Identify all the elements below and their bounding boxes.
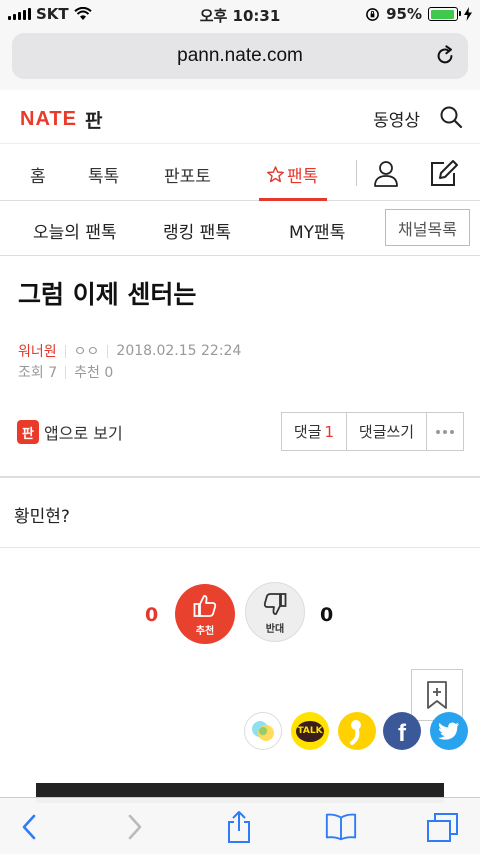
tab-fantalk[interactable]: 팬톡 [266, 162, 318, 187]
meta-divider [65, 365, 67, 379]
orientation-lock-icon [366, 7, 379, 21]
status-bar: SKT 오후 10:31 95% [0, 0, 480, 28]
divider [0, 476, 480, 478]
comments-label: 댓글 [293, 423, 322, 441]
nateon-icon [252, 721, 274, 741]
downvote-label: 반대 [265, 623, 285, 635]
facebook-icon: f [398, 720, 406, 747]
more-icon [436, 429, 454, 434]
tabs-icon [427, 813, 458, 842]
share-bar: TALK f [244, 712, 470, 752]
reload-icon[interactable] [434, 45, 456, 67]
article-meta: 워너원 ㅇㅇ 2018.02.15 22:24 [18, 341, 241, 361]
upvote-count: 0 [145, 604, 159, 626]
recommend-count: 추천 0 [74, 365, 114, 381]
upvote-label: 추천 [195, 625, 215, 637]
upvote-button[interactable]: 추천 [175, 584, 235, 644]
brand-logo: NATE [20, 108, 77, 130]
subtab-today[interactable]: 오늘의 팬톡 [33, 218, 117, 243]
nav-divider [356, 160, 357, 186]
share-button[interactable] [222, 810, 256, 844]
video-link[interactable]: 동영상 [373, 106, 420, 131]
article-stats: 조회 7 추천 0 [18, 362, 113, 382]
site-logo[interactable]: NATE 판 [20, 106, 102, 133]
site-header: NATE 판 동영상 [0, 90, 480, 144]
tab-fantalk-label: 팬톡 [287, 167, 319, 187]
thumbs-up-icon [193, 594, 217, 617]
thumbs-down-icon [263, 592, 287, 615]
tab-panphoto[interactable]: 판포토 [164, 162, 211, 187]
write-comment-label: 댓글쓰기 [358, 423, 415, 441]
meta-divider [107, 344, 109, 358]
tabs-button[interactable] [426, 810, 460, 844]
facebook-share-button[interactable]: f [383, 712, 421, 750]
comment-actions: 댓글 1 댓글쓰기 [281, 412, 464, 451]
url-text: pann.nate.com [177, 45, 303, 66]
tab-toktok[interactable]: 톡톡 [88, 162, 119, 187]
service-name: 판 [84, 110, 103, 132]
open-in-app-label: 앱으로 보기 [44, 424, 123, 443]
meta-divider [64, 344, 66, 358]
bookmarks-button[interactable] [324, 810, 358, 844]
browser-bottom-toolbar [0, 797, 480, 854]
main-nav: 홈 톡톡 판포토 팬톡 [0, 144, 480, 201]
divider [0, 547, 480, 548]
downvote-button[interactable]: 반대 [245, 582, 305, 642]
article-title: 그럼 이제 센터는 [18, 280, 197, 309]
subtab-my[interactable]: MY팬톡 [289, 218, 345, 243]
article-body: 황민현? [14, 507, 70, 527]
write-icon[interactable] [428, 157, 460, 189]
post-date: 2018.02.15 22:24 [116, 343, 242, 359]
forward-button[interactable] [118, 810, 152, 844]
comments-button[interactable]: 댓글 1 [282, 413, 347, 450]
author-channel[interactable]: 워너원 [18, 341, 57, 361]
browser-toolbar: pann.nate.com [0, 28, 480, 90]
kakaostory-share-button[interactable] [338, 712, 376, 750]
author-id: ㅇㅇ [73, 344, 100, 360]
book-icon [325, 813, 357, 841]
subtab-ranking[interactable]: 랭킹 팬톡 [163, 218, 231, 243]
user-icon[interactable] [372, 159, 400, 187]
back-button[interactable] [12, 810, 46, 844]
bookmark-add-icon [427, 681, 447, 709]
star-icon [267, 166, 284, 183]
channel-list-button[interactable]: 채널목록 [385, 209, 470, 246]
pann-app-icon: 판 [17, 420, 39, 444]
address-bar[interactable]: pann.nate.com [12, 33, 468, 79]
sub-nav: 오늘의 팬톡 랭킹 팬톡 MY팬톡 채널목록 [0, 201, 480, 256]
battery-icon [428, 7, 461, 21]
open-in-app-link[interactable]: 판 앱으로 보기 [17, 420, 123, 444]
nateon-share-button[interactable] [244, 712, 282, 750]
comments-count: 1 [324, 422, 335, 441]
chevron-left-icon [22, 814, 36, 840]
downvote-count: 0 [320, 604, 334, 626]
share-icon [228, 811, 250, 843]
search-icon[interactable] [438, 104, 464, 130]
kakaotalk-label: TALK [297, 726, 323, 736]
charging-icon [464, 7, 472, 21]
more-button[interactable] [427, 413, 463, 450]
battery-percent: 95% [386, 5, 422, 23]
kakaostory-icon [350, 720, 361, 745]
view-count: 조회 7 [18, 365, 58, 381]
kakaotalk-share-button[interactable]: TALK [291, 712, 329, 750]
twitter-share-button[interactable] [430, 712, 468, 750]
twitter-icon [438, 722, 460, 740]
kakaotalk-icon: TALK [296, 720, 324, 742]
tab-home[interactable]: 홈 [30, 162, 46, 187]
write-comment-button[interactable]: 댓글쓰기 [347, 413, 427, 450]
chevron-right-icon [128, 814, 142, 840]
